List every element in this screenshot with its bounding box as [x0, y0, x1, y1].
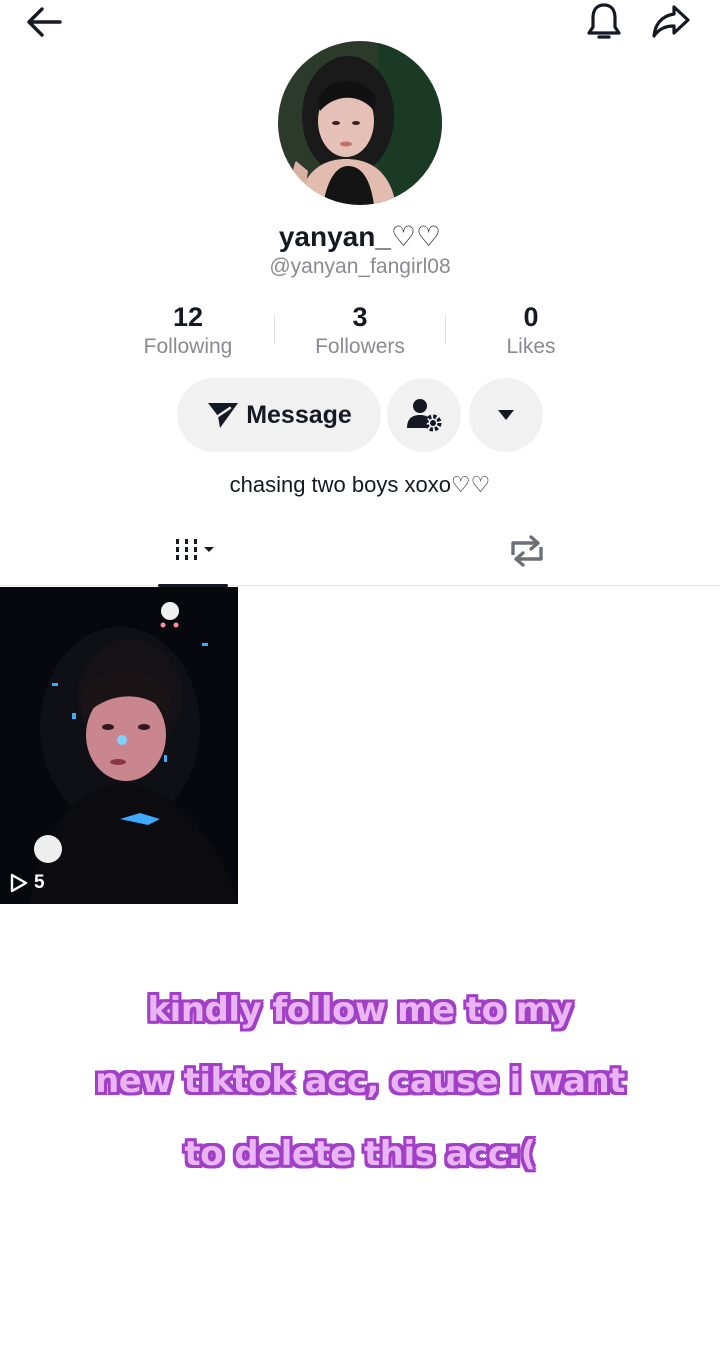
followers-stat[interactable]: 3 Followers — [280, 300, 440, 360]
repost-icon — [511, 535, 543, 567]
following-stat[interactable]: 12 Following — [108, 300, 268, 360]
stat-divider — [274, 314, 275, 344]
share-arrow-icon — [652, 5, 690, 38]
more-options-button[interactable] — [469, 378, 543, 452]
followers-label: Followers — [315, 335, 405, 358]
view-count: 5 — [10, 872, 45, 894]
profile-stats: 12 Following 3 Followers 0 Likes — [0, 300, 720, 364]
avatar-photo — [278, 41, 442, 205]
likes-label: Likes — [506, 335, 556, 358]
following-count: 12 — [172, 302, 204, 332]
video-thumbnail[interactable]: 5 — [0, 587, 238, 904]
profile-avatar[interactable] — [278, 41, 442, 205]
stat-divider — [445, 314, 446, 344]
message-button-label: Message — [246, 400, 352, 429]
overlay-caption-line-3: to delete this acc:( — [184, 1134, 536, 1174]
video-thumbnail-image — [0, 587, 238, 904]
view-count-value: 5 — [34, 872, 45, 893]
person-settings-icon — [407, 399, 442, 432]
overlay-caption-line-2: new tiktok acc, cause i want — [95, 1061, 625, 1101]
play-icon — [10, 873, 28, 893]
grid-bars-icon — [176, 539, 214, 560]
profile-actions: Message — [0, 378, 720, 454]
followers-count: 3 — [352, 302, 368, 332]
suggested-accounts-button[interactable] — [387, 378, 461, 452]
caret-down-icon — [498, 410, 514, 420]
arrow-left-icon — [27, 7, 62, 37]
display-name: yanyan_♡♡ — [278, 221, 442, 252]
notifications-button[interactable] — [580, 0, 628, 44]
top-bar — [0, 0, 720, 44]
likes-stat[interactable]: 0 Likes — [451, 300, 611, 360]
content-tabs — [0, 516, 720, 587]
profile-bio: chasing two boys xoxo♡♡ — [229, 472, 491, 497]
bell-icon — [587, 3, 621, 39]
back-button[interactable] — [20, 2, 68, 42]
tab-reposts[interactable] — [492, 516, 562, 586]
overlay-caption-line-1: kindly follow me to my — [147, 990, 573, 1030]
username-handle: @yanyan_fangirl08 — [269, 255, 451, 278]
tab-videos[interactable] — [158, 516, 228, 587]
message-button[interactable]: Message — [177, 378, 381, 452]
following-label: Following — [143, 335, 233, 358]
likes-count: 0 — [523, 302, 539, 332]
share-profile-button[interactable] — [646, 0, 696, 44]
send-icon — [208, 403, 239, 428]
